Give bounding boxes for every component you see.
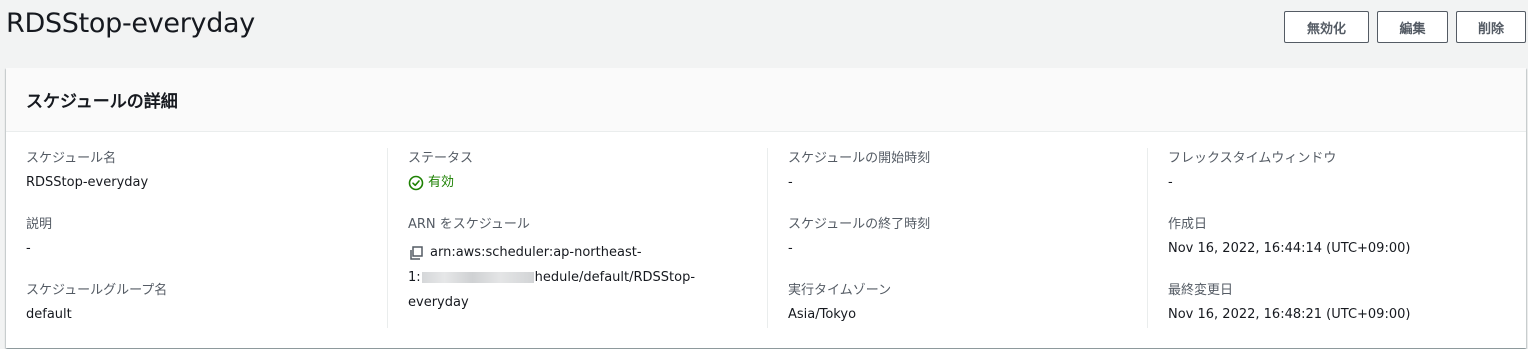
schedule-group-field: スケジュールグループ名 default	[26, 282, 167, 324]
details-column-3: スケジュールの開始時刻 - スケジュールの終了時刻 - 実行タイムゾーン Asi…	[767, 148, 1147, 328]
arn-line-2-suffix: hedule/default/RDSStop-	[534, 270, 696, 285]
description-field: 説明 -	[26, 216, 52, 258]
schedule-name-label: スケジュール名	[26, 151, 117, 166]
description-value: -	[26, 241, 31, 256]
schedule-name-field: スケジュール名 RDSStop-everyday	[26, 150, 148, 192]
arn-label: ARN をスケジュール	[408, 217, 530, 232]
modified-date-field: 最終変更日 Nov 16, 2022, 16:48:21 (UTC+09:00)	[1168, 282, 1410, 324]
timezone-value: Asia/Tokyo	[788, 307, 857, 322]
copy-icon[interactable]	[408, 245, 424, 261]
modified-date-label: 最終変更日	[1168, 283, 1234, 298]
panel-title: スケジュールの詳細	[26, 92, 178, 112]
panel-header: スケジュールの詳細	[6, 68, 1526, 132]
status-text: 有効	[428, 175, 455, 190]
end-time-label: スケジュールの終了時刻	[788, 217, 931, 232]
status-label: ステータス	[408, 151, 474, 166]
page-title: RDSStop-everyday	[6, 8, 255, 39]
arn-line-1-text: arn:aws:scheduler:ap-northeast-	[430, 245, 642, 260]
schedule-name-value: RDSStop-everyday	[26, 175, 149, 190]
timezone-field: 実行タイムゾーン Asia/Tokyo	[788, 282, 891, 324]
end-time-value: -	[788, 241, 793, 256]
status-field: ステータス 有効	[408, 150, 473, 192]
edit-button[interactable]: 編集	[1377, 11, 1448, 43]
flex-window-field: フレックスタイムウィンドウ -	[1168, 150, 1336, 192]
start-time-label: スケジュールの開始時刻	[788, 151, 931, 166]
description-label: 説明	[26, 217, 53, 232]
status-value: 有効	[408, 174, 473, 192]
redacted-account-id	[421, 272, 534, 283]
arn-line-3: everyday	[408, 295, 469, 310]
check-circle-icon	[408, 175, 424, 191]
schedule-group-label: スケジュールグループ名	[26, 283, 168, 298]
arn-line-2: 1: hedule/default/RDSStop-	[408, 265, 738, 290]
schedule-group-value: default	[26, 307, 72, 322]
created-date-label: 作成日	[1168, 217, 1208, 232]
flex-window-label: フレックスタイムウィンドウ	[1168, 151, 1337, 166]
end-time-field: スケジュールの終了時刻 -	[788, 216, 930, 258]
details-column-4: フレックスタイムウィンドウ - 作成日 Nov 16, 2022, 16:44:…	[1147, 148, 1517, 328]
start-time-field: スケジュールの開始時刻 -	[788, 150, 930, 192]
created-date-field: 作成日 Nov 16, 2022, 16:44:14 (UTC+09:00)	[1168, 216, 1410, 258]
flex-window-value: -	[1168, 175, 1173, 190]
timezone-label: 実行タイムゾーン	[788, 283, 892, 298]
created-date-value: Nov 16, 2022, 16:44:14 (UTC+09:00)	[1168, 241, 1411, 256]
details-column-1: スケジュール名 RDSStop-everyday 説明 - スケジュールグループ…	[26, 148, 387, 328]
page-header: RDSStop-everyday 無効化 編集 削除	[0, 0, 1528, 60]
disable-button[interactable]: 無効化	[1284, 11, 1369, 43]
details-column-2: ステータス 有効 ARN をスケジュール arn:aws:scheduler:a…	[387, 148, 767, 328]
arn-line-1: arn:aws:scheduler:ap-northeast-	[408, 240, 738, 265]
delete-button[interactable]: 削除	[1456, 11, 1526, 43]
schedule-details-panel: スケジュールの詳細 スケジュール名 RDSStop-everyday 説明 - …	[6, 68, 1526, 348]
arn-value: arn:aws:scheduler:ap-northeast- 1: hedule…	[408, 240, 738, 315]
arn-line-2-prefix: 1:	[408, 270, 421, 285]
arn-field: ARN をスケジュール arn:aws:scheduler:ap-northea…	[408, 216, 738, 315]
modified-date-value: Nov 16, 2022, 16:48:21 (UTC+09:00)	[1168, 307, 1411, 322]
start-time-value: -	[788, 175, 793, 190]
